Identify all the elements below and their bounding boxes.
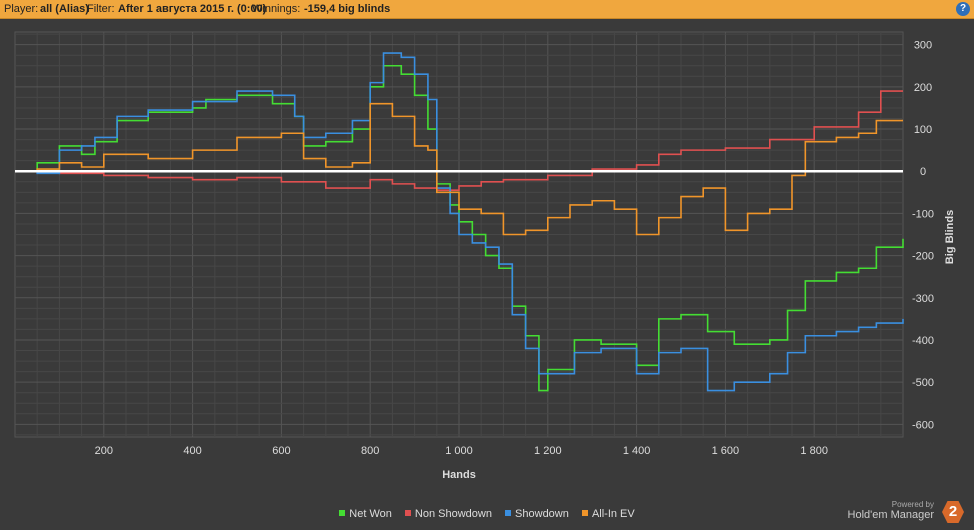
y-tick-label: 0 xyxy=(920,166,926,178)
showdown-swatch xyxy=(505,510,512,516)
non-showdown-swatch xyxy=(404,510,411,516)
x-tick-label: 1 800 xyxy=(800,445,828,457)
legend-item-net-won[interactable]: Net Won xyxy=(339,508,392,520)
help-icon[interactable]: ? xyxy=(956,2,970,16)
winnings-label: Winnings: xyxy=(252,3,301,15)
x-tick-label: 800 xyxy=(361,445,379,457)
x-tick-label: 400 xyxy=(183,445,201,457)
y-axis-label: Big Blinds xyxy=(944,210,956,264)
x-axis: 200 400 600 800 1 000 1 200 1 400 1 600 1 800 xyxy=(95,445,828,457)
legend-item-showdown[interactable]: Showdown xyxy=(505,508,569,520)
net-won-swatch xyxy=(339,510,346,516)
product-name: Hold'em Manager xyxy=(847,509,934,521)
allin-ev-swatch xyxy=(581,510,588,516)
player-value[interactable]: all (Alias) xyxy=(40,0,89,18)
y-tick-label: -200 xyxy=(912,251,934,263)
legend-item-non-showdown[interactable]: Non Showdown xyxy=(404,508,492,520)
y-tick-label: -300 xyxy=(912,293,934,305)
player-label: Player: xyxy=(4,3,39,15)
y-tick-label: 100 xyxy=(914,124,932,136)
x-tick-label: 1 200 xyxy=(534,445,562,457)
filter-label: Filter: xyxy=(87,3,115,15)
x-tick-label: 1 400 xyxy=(623,445,651,457)
filter-bar: Player: all (Alias) Filter: After 1 авгу… xyxy=(0,0,974,19)
legend-label: Non Showdown xyxy=(414,508,492,520)
y-tick-label: -100 xyxy=(912,208,934,220)
x-tick-label: 1 600 xyxy=(712,445,740,457)
legend: Net Won Non Showdown Showdown All-In EV xyxy=(0,508,974,524)
x-tick-label: 200 xyxy=(95,445,113,457)
powered-by: Powered by xyxy=(891,500,934,509)
legend-label: Showdown xyxy=(515,508,569,520)
x-tick-label: 600 xyxy=(272,445,290,457)
y-tick-label: -400 xyxy=(912,335,934,347)
x-tick-label: 1 000 xyxy=(445,445,473,457)
y-tick-label: 200 xyxy=(914,82,932,94)
winnings-graph: 200 400 600 800 1 000 1 200 1 400 1 600 1 800 30… xyxy=(14,31,956,481)
y-tick-label: -600 xyxy=(912,419,934,431)
legend-label: All-In EV xyxy=(591,508,635,520)
legend-item-allin-ev[interactable]: All-In EV xyxy=(581,508,635,520)
y-axis: 300 200 100 0 -100 -200 -300 -400 -500 -600 xyxy=(912,40,934,432)
y-tick-label: 300 xyxy=(914,40,932,52)
y-tick-label: -500 xyxy=(912,377,934,389)
winnings-value: -159,4 big blinds xyxy=(304,3,391,15)
x-axis-label: Hands xyxy=(442,469,476,481)
filter-value[interactable]: After 1 августа 2015 г. (0:00) xyxy=(118,0,266,18)
legend-label: Net Won xyxy=(349,508,392,520)
